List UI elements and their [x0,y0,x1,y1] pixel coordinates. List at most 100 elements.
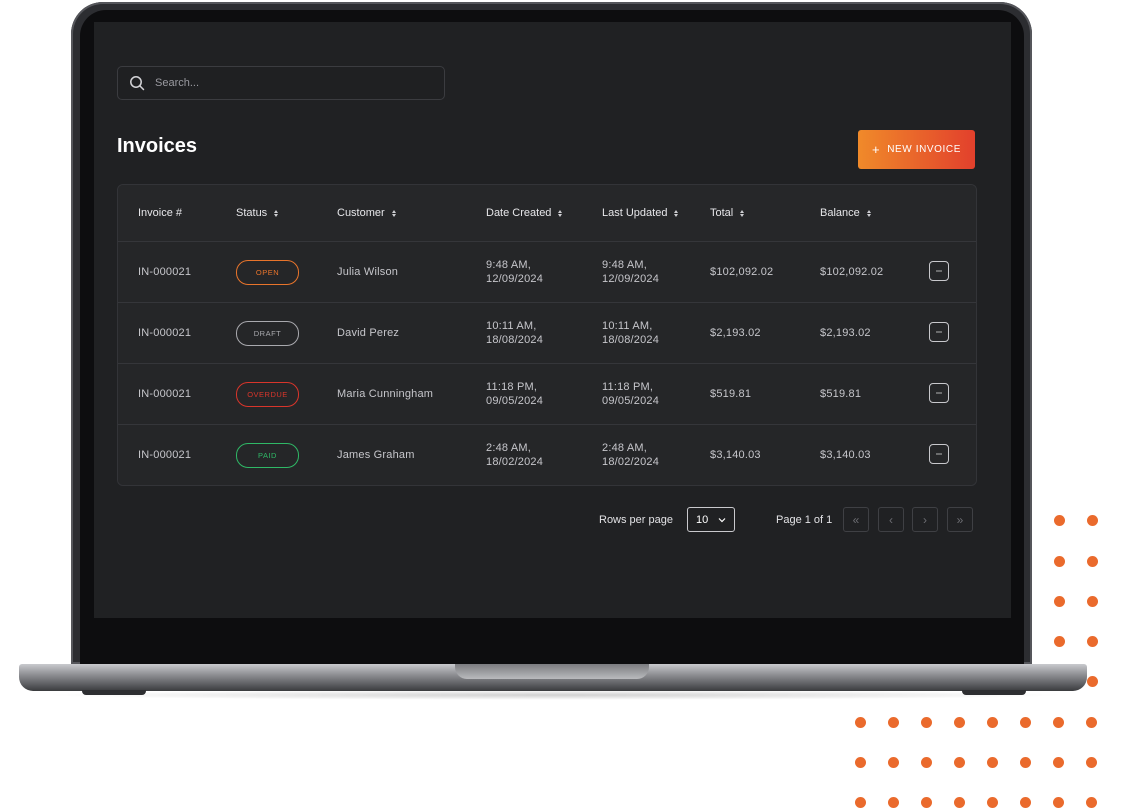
status-badge: OVERDUE [236,382,299,407]
row-actions-button[interactable] [929,444,949,464]
rows-per-page-label: Rows per page [599,514,673,526]
row-actions-button[interactable] [929,261,949,281]
balance-amount: $3,140.03 [820,449,871,461]
customer-name: Julia Wilson [337,266,399,278]
decorative-dot [1085,716,1097,728]
customer-name: Maria Cunningham [337,388,434,400]
laptop-foot-right [962,690,1026,695]
column-header[interactable]: Last Updated [602,207,679,219]
date-created-time: 11:18 PM, [486,381,538,393]
decorative-dot [854,716,866,728]
last-updated: 2:48 AM, 18/02/2024 [602,441,659,469]
last-updated-time: 9:48 AM, [602,259,648,271]
decorative-dot [887,716,899,728]
search-input[interactable] [153,76,427,90]
sort-icon [740,209,745,217]
decorative-dot [1019,756,1031,768]
plus-icon: + [871,142,881,157]
column-header[interactable]: Total [710,207,745,219]
sort-icon [674,209,679,217]
decorative-dot [887,756,899,768]
decorative-dot [1086,675,1098,687]
decorative-dot [920,756,932,768]
invoice-number: IN-000021 [138,266,192,278]
total-amount: $2,193.02 [710,327,761,339]
more-horizontal-icon [936,270,942,272]
table-row[interactable]: IN-000021 OPEN Julia Wilson 9:48 AM, 12/09/2… [118,241,976,303]
total-amount: $102,092.02 [710,266,774,278]
last-updated-time: 2:48 AM, [602,442,648,454]
column-header[interactable]: Status [236,207,279,219]
last-updated-date: 12/09/2024 [602,273,660,285]
last-page-button[interactable]: » [947,507,973,532]
next-page-button[interactable]: › [912,507,938,532]
status-badge: PAID [236,443,299,468]
chevron-down-icon [718,517,726,522]
column-header-label: Customer [337,207,385,219]
table-row[interactable]: IN-000021 PAID James Graham 2:48 AM, 18/02/2… [118,424,976,485]
decorative-dot [1052,756,1064,768]
first-page-icon: « [852,512,860,527]
column-header-label: Balance [820,207,860,219]
rows-per-page-value: 10 [696,513,709,526]
new-invoice-button[interactable]: + NEW INVOICE [858,130,975,169]
decorative-dot [986,756,998,768]
invoice-number: IN-000021 [138,449,192,461]
decorative-dot [1053,635,1065,647]
rows-per-page-select[interactable]: 10 [687,507,735,532]
prev-page-icon: ‹ [889,512,893,527]
column-header-label: Status [236,207,268,219]
row-actions-button[interactable] [929,383,949,403]
decorative-dot [1053,595,1065,607]
table-row[interactable]: IN-000021 OVERDUE Maria Cunningham 11:18 PM… [118,363,976,425]
customer-name: James Graham [337,449,415,461]
decorative-dot [1085,756,1097,768]
row-actions-button[interactable] [929,322,949,342]
first-page-button[interactable]: « [843,507,869,532]
date-created-date: 18/08/2024 [486,334,544,346]
last-updated-time: 11:18 PM, [602,381,654,393]
decorative-dot [1019,796,1031,808]
date-created-time: 10:11 AM, [486,320,537,332]
date-created-date: 12/09/2024 [486,273,544,285]
decorative-dot [1019,716,1031,728]
invoice-number: IN-000021 [138,388,192,400]
sort-icon [391,209,396,217]
decorative-dot [1086,555,1098,567]
sort-icon [866,209,871,217]
balance-amount: $102,092.02 [820,266,884,278]
laptop-opening-notch [455,664,649,679]
total-amount: $519.81 [710,388,752,400]
total-amount: $3,140.03 [710,449,761,461]
last-page-icon: » [956,512,964,527]
date-created-date: 18/02/2024 [486,456,544,468]
column-header: Invoice # [138,207,182,219]
decorative-dot [1086,635,1098,647]
column-header[interactable]: Date Created [486,207,563,219]
customer-name: David Perez [337,327,400,339]
search-icon [130,76,145,91]
prev-page-button[interactable]: ‹ [878,507,904,532]
decorative-dot [1053,555,1065,567]
column-header[interactable]: Customer [337,207,396,219]
last-updated-date: 09/05/2024 [602,395,660,407]
search-box[interactable] [117,66,445,100]
table-header: Invoice # Status Customer Date Created Last … [118,185,976,241]
last-updated-date: 18/08/2024 [602,334,660,346]
decorative-dot [986,716,998,728]
next-page-icon: › [923,512,927,527]
table-row[interactable]: IN-000021 DRAFT David Perez 10:11 AM, 18/08/… [118,302,976,364]
decorative-dot [986,796,998,808]
column-header-label: Total [710,207,734,219]
decorative-dot [1086,514,1098,526]
last-updated: 11:18 PM, 09/05/2024 [602,380,659,408]
column-header[interactable]: Balance [820,207,871,219]
decorative-dot [1086,595,1098,607]
invoice-number: IN-000021 [138,327,192,339]
decorative-dot [1085,796,1097,808]
last-updated-date: 18/02/2024 [602,456,660,468]
sort-icon [558,209,563,217]
more-horizontal-icon [936,331,942,333]
decorative-dot [953,756,965,768]
sort-icon [274,209,279,217]
